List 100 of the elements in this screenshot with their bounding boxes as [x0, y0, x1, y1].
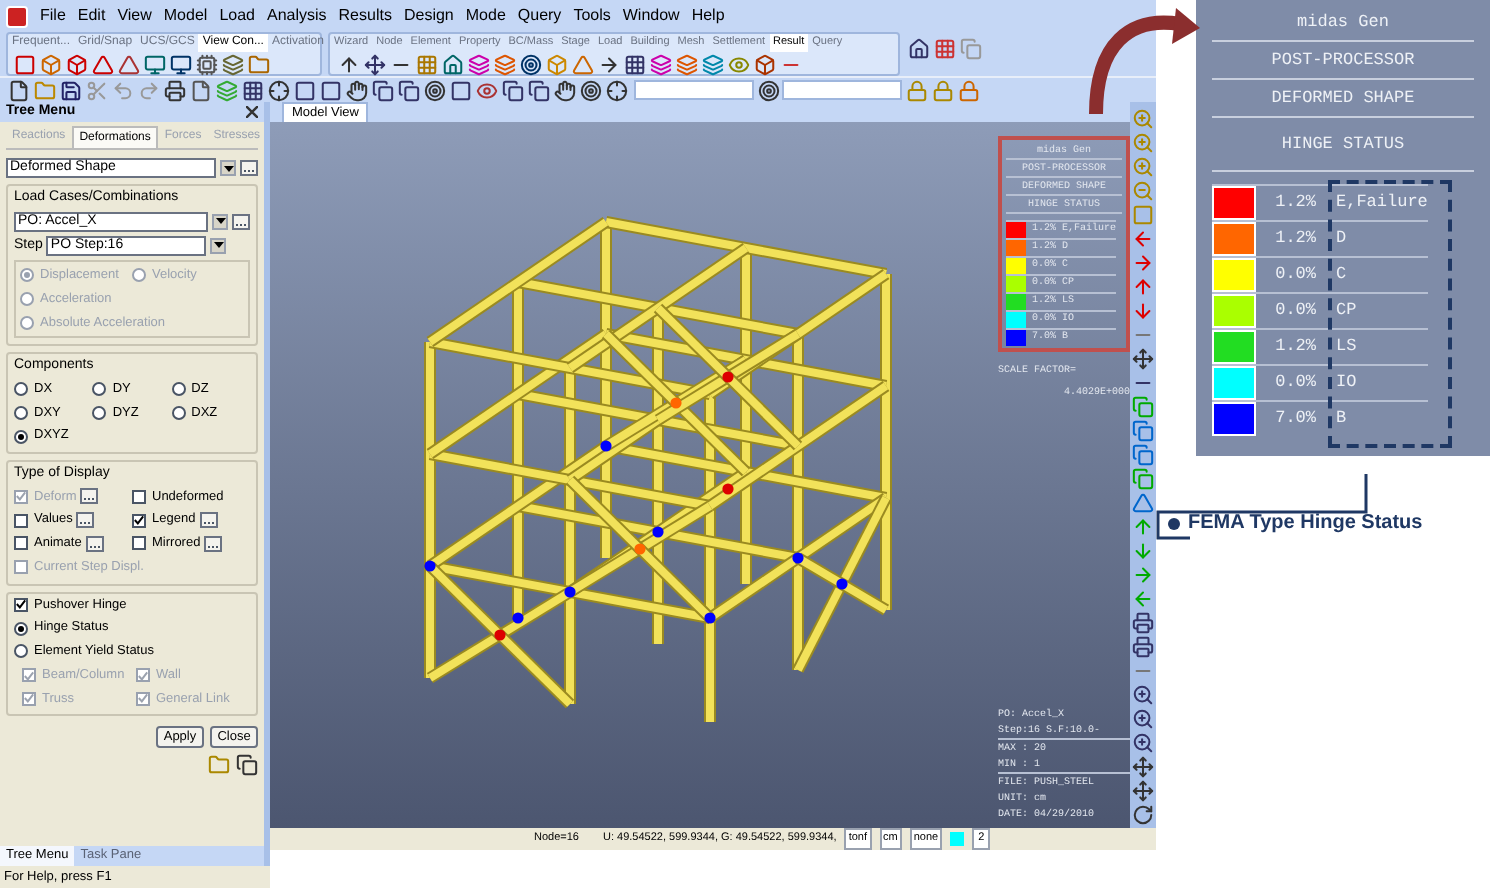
- checkbox[interactable]: [14, 536, 28, 551]
- zoom-in-icon[interactable]: [1131, 706, 1155, 730]
- square-icon[interactable]: [318, 78, 342, 102]
- percent-text: 1.2%: [1273, 190, 1318, 216]
- triangle-icon[interactable]: [90, 52, 114, 76]
- menu-item[interactable]: Query: [517, 4, 562, 28]
- menu-item[interactable]: Analysis: [266, 4, 327, 28]
- square-icon[interactable]: [12, 52, 36, 76]
- radio-button[interactable]: [171, 382, 186, 397]
- copy-icon[interactable]: [526, 78, 550, 102]
- rotate-icon[interactable]: [1131, 802, 1155, 826]
- menu-item[interactable]: Tools: [573, 4, 611, 28]
- more-button[interactable]: [199, 512, 218, 529]
- hand-icon[interactable]: [552, 78, 576, 102]
- more-button[interactable]: [204, 535, 223, 552]
- hinge-state-label: B: [1334, 406, 1347, 432]
- checkbox[interactable]: [14, 513, 28, 528]
- radio-button[interactable]: [14, 382, 28, 397]
- arrow-icon[interactable]: [336, 52, 360, 76]
- target-icon[interactable]: [756, 78, 780, 102]
- checkbox[interactable]: [14, 597, 28, 612]
- print-icon[interactable]: [1131, 610, 1155, 634]
- menu-item[interactable]: Mode: [465, 4, 506, 28]
- layers-icon[interactable]: [700, 52, 724, 76]
- color-swatch-button[interactable]: [950, 832, 965, 846]
- move-icon[interactable]: [362, 52, 386, 76]
- more-button[interactable]: [232, 213, 250, 229]
- dropdown-arrow-button[interactable]: [210, 237, 226, 254]
- more-button[interactable]: [76, 512, 95, 529]
- print-icon[interactable]: [162, 78, 186, 102]
- print-icon[interactable]: [1131, 634, 1155, 658]
- monitor-icon[interactable]: [168, 52, 192, 76]
- percent-text: 7.0%: [1273, 406, 1318, 432]
- copy-icon[interactable]: [234, 752, 258, 777]
- menu-item[interactable]: Window: [622, 4, 680, 28]
- zoom-in-icon[interactable]: [1131, 730, 1155, 754]
- copy-icon[interactable]: [370, 78, 394, 102]
- layers-icon[interactable]: [648, 52, 672, 76]
- more-button[interactable]: [85, 535, 104, 552]
- zoom-in-icon[interactable]: [1131, 682, 1155, 706]
- arrow-icon[interactable]: [596, 52, 620, 76]
- box-icon[interactable]: [752, 52, 776, 76]
- menu-item[interactable]: Help: [691, 4, 725, 28]
- folder-icon[interactable]: [246, 52, 270, 76]
- hand-icon[interactable]: [344, 78, 368, 102]
- layers-icon[interactable]: [220, 52, 244, 76]
- crosshair-icon[interactable]: [266, 78, 290, 102]
- save-icon[interactable]: [58, 78, 82, 102]
- lock-icon[interactable]: [956, 78, 980, 102]
- house-icon[interactable]: [440, 52, 464, 76]
- eye-icon[interactable]: [474, 78, 498, 102]
- radio-button[interactable]: [14, 405, 28, 420]
- menu-item[interactable]: Design: [403, 4, 454, 28]
- move-icon[interactable]: [1131, 754, 1155, 778]
- radio-button[interactable]: [92, 405, 107, 420]
- chip-icon[interactable]: [194, 52, 218, 76]
- menu-item[interactable]: File: [40, 4, 66, 28]
- dropdown-arrow-button[interactable]: [212, 213, 228, 229]
- copy-icon[interactable]: [396, 78, 420, 102]
- file-icon[interactable]: [188, 78, 212, 102]
- dropdown-arrow-button[interactable]: [220, 160, 236, 176]
- caret-icon: [215, 218, 225, 224]
- dropdown-field[interactable]: [634, 80, 754, 100]
- menu-item[interactable]: View: [117, 4, 152, 28]
- radio-button[interactable]: [14, 621, 28, 636]
- checkbox[interactable]: [132, 513, 146, 528]
- triangle-icon[interactable]: [116, 52, 140, 76]
- close-icon[interactable]: [246, 106, 258, 118]
- radio-button[interactable]: [14, 644, 28, 659]
- copy-icon[interactable]: [500, 78, 524, 102]
- menu-item[interactable]: Load: [219, 4, 255, 28]
- house-icon[interactable]: [906, 36, 930, 60]
- checkbox[interactable]: [132, 489, 146, 504]
- grid-icon[interactable]: [240, 78, 264, 102]
- crosshair-icon[interactable]: [604, 78, 628, 102]
- square-icon[interactable]: [448, 78, 472, 102]
- file-icon[interactable]: [6, 78, 30, 102]
- percent-text: 1.2%: [1273, 226, 1318, 252]
- grid-icon[interactable]: [622, 52, 646, 76]
- monitor-icon[interactable]: [142, 52, 166, 76]
- box-icon[interactable]: [64, 52, 88, 76]
- square-icon[interactable]: [292, 78, 316, 102]
- dropdown-field[interactable]: [782, 80, 902, 100]
- more-button[interactable]: [240, 160, 258, 176]
- target-icon[interactable]: [578, 78, 602, 102]
- layers-icon[interactable]: [466, 52, 490, 76]
- layers-icon[interactable]: [674, 52, 698, 76]
- target-icon[interactable]: [422, 78, 446, 102]
- triangle-icon[interactable]: [1131, 490, 1155, 514]
- radio-button[interactable]: [92, 382, 107, 397]
- menu-item[interactable]: Results: [338, 4, 392, 28]
- radio-button[interactable]: [171, 405, 186, 420]
- menu-item[interactable]: Model: [163, 4, 208, 28]
- move-icon[interactable]: [1131, 778, 1155, 802]
- target-icon[interactable]: [518, 52, 542, 76]
- menu-item[interactable]: Edit: [77, 4, 106, 28]
- checkbox[interactable]: [132, 536, 146, 551]
- legend-heading: POST-PROCESSOR: [1212, 42, 1474, 80]
- move-icon[interactable]: [1131, 346, 1155, 370]
- radio-button[interactable]: [14, 429, 28, 444]
